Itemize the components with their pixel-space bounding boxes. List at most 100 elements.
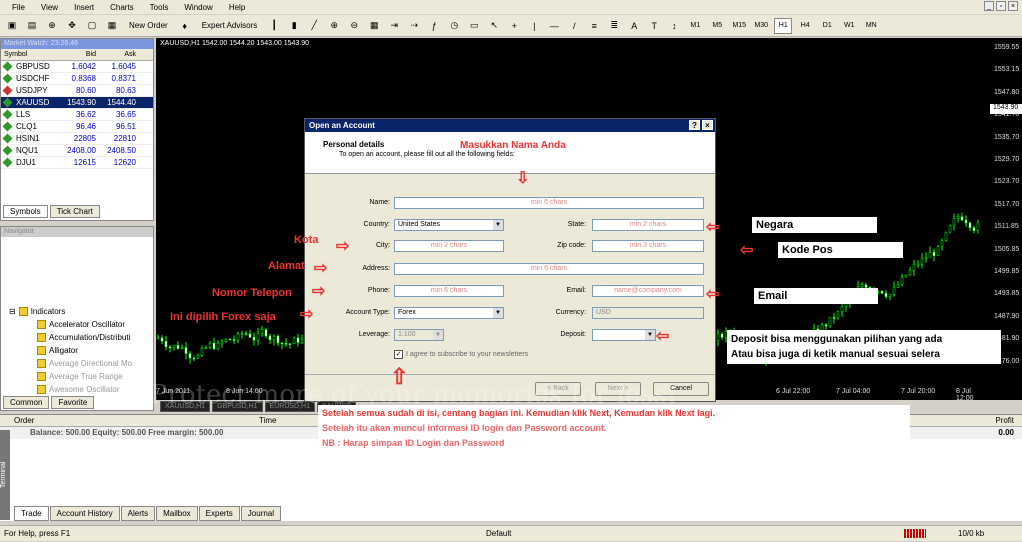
tf-m1[interactable]: M1: [686, 18, 704, 34]
nav-indicators[interactable]: ⊟ Indicators: [9, 305, 153, 318]
candle-icon[interactable]: ▮: [286, 17, 302, 35]
line-chart-icon[interactable]: ╱: [306, 17, 322, 35]
nav-indicator-item[interactable]: Accelerator Oscillator: [37, 318, 153, 331]
tab-tick-chart[interactable]: Tick Chart: [49, 205, 100, 218]
state-input[interactable]: min 2 chars: [592, 219, 704, 231]
market-watch-row[interactable]: XAUUSD 1543.90 1544.40: [1, 97, 153, 109]
market-watch-row[interactable]: USDJPY 80.60 80.63: [1, 85, 153, 97]
cursor-icon[interactable]: ↖: [486, 17, 502, 35]
fibo-icon[interactable]: ≣: [606, 17, 622, 35]
account-type-select[interactable]: Forex ▼: [394, 307, 504, 319]
country-select[interactable]: United States ▼: [394, 219, 504, 231]
zoom-out-icon[interactable]: ⊖: [346, 17, 362, 35]
chevron-down-icon[interactable]: ▼: [493, 220, 503, 230]
newsletter-checkbox[interactable]: ✓: [394, 350, 403, 359]
profiles-icon[interactable]: ▤: [24, 17, 40, 35]
tab-mailbox[interactable]: Mailbox: [156, 506, 198, 521]
close-icon[interactable]: ×: [1008, 1, 1018, 11]
market-watch-row[interactable]: NQU1 2408.00 2408.50: [1, 145, 153, 157]
minimize-icon[interactable]: _: [984, 1, 994, 11]
city-input[interactable]: min 2 chars: [394, 240, 504, 252]
tf-d1[interactable]: D1: [818, 18, 836, 34]
nav-indicator-item[interactable]: Average Directional Mo: [37, 357, 153, 370]
menu-tools[interactable]: Tools: [150, 3, 169, 12]
tab-common[interactable]: Common: [3, 396, 50, 409]
phone-input[interactable]: min 6 chars: [394, 285, 504, 297]
col-order[interactable]: Order: [14, 415, 259, 426]
tab-account-history[interactable]: Account History: [49, 506, 120, 521]
tab-journal[interactable]: Journal: [240, 506, 282, 521]
market-watch-row[interactable]: GBPUSD 1.6042 1.6045: [1, 61, 153, 73]
zoom-in-icon[interactable]: ⊕: [326, 17, 342, 35]
arrow-up-icon: [2, 61, 13, 72]
tree-toggle-icon[interactable]: ⊟: [9, 307, 16, 316]
newsletter-option[interactable]: ✓ I agree to subscribe to your newslette…: [394, 350, 528, 359]
trendline-icon[interactable]: /: [566, 17, 582, 35]
vline-icon[interactable]: |: [526, 17, 542, 35]
nav-indicator-item[interactable]: Alligator: [37, 344, 153, 357]
close-icon[interactable]: ×: [702, 120, 713, 130]
autoscroll-icon[interactable]: ⇢: [406, 17, 422, 35]
nav-indicator-item[interactable]: Average True Range: [37, 370, 153, 383]
nav-indicator-item[interactable]: Awesome Oscillator: [37, 383, 153, 396]
market-watch-row[interactable]: HSIN1 22805 22810: [1, 133, 153, 145]
label-name: Name:: [369, 199, 390, 206]
navigator-icon[interactable]: ▢: [84, 17, 100, 35]
help-icon[interactable]: ?: [689, 120, 700, 130]
tf-m15[interactable]: M15: [730, 18, 748, 34]
indicators-icon[interactable]: ƒ: [426, 17, 442, 35]
restore-icon[interactable]: ▫: [996, 1, 1006, 11]
market-watch-row[interactable]: CLQ1 96.46 96.51: [1, 121, 153, 133]
menu-file[interactable]: File: [12, 3, 25, 12]
col-bid[interactable]: Bid: [59, 49, 99, 60]
email-input[interactable]: name@company.com: [592, 285, 704, 297]
hline-icon[interactable]: —: [546, 17, 562, 35]
tf-h1[interactable]: H1: [774, 17, 793, 34]
move-icon[interactable]: ✥: [64, 17, 80, 35]
tab-trade[interactable]: Trade: [14, 506, 49, 521]
deposit-select[interactable]: ▼: [592, 329, 656, 341]
col-profit[interactable]: Profit: [969, 415, 1014, 426]
bar-chart-icon[interactable]: ┃: [266, 17, 282, 35]
expert-advisors-button[interactable]: Expert Advisors: [197, 20, 263, 31]
tf-m5[interactable]: M5: [708, 18, 726, 34]
templates-icon[interactable]: ▭: [466, 17, 482, 35]
crosshair-icon[interactable]: +: [506, 17, 522, 35]
nav-indicator-item[interactable]: Accumulation/Distributi: [37, 331, 153, 344]
tile-icon[interactable]: ▦: [366, 17, 382, 35]
menu-window[interactable]: Window: [184, 3, 212, 12]
new-order-button[interactable]: New Order: [124, 20, 173, 31]
zoom-icon[interactable]: ⊕: [44, 17, 60, 35]
tf-h4[interactable]: H4: [796, 18, 814, 34]
col-ask[interactable]: Ask: [99, 49, 139, 60]
address-input[interactable]: min 6 chars: [394, 263, 704, 275]
chevron-down-icon[interactable]: ▼: [493, 308, 503, 318]
text-icon[interactable]: A: [626, 17, 642, 35]
periods-icon[interactable]: ◷: [446, 17, 462, 35]
channel-icon[interactable]: ≡: [586, 17, 602, 35]
tab-symbols[interactable]: Symbols: [3, 205, 48, 218]
menu-insert[interactable]: Insert: [74, 3, 94, 12]
tf-mn[interactable]: MN: [862, 18, 880, 34]
market-watch-row[interactable]: LLS 36.62 36.65: [1, 109, 153, 121]
menu-view[interactable]: View: [41, 3, 58, 12]
new-chart-icon[interactable]: ▣: [4, 17, 20, 35]
arrows-icon[interactable]: ↕: [666, 17, 682, 35]
label-icon[interactable]: T: [646, 17, 662, 35]
name-input[interactable]: min 6 chars: [394, 197, 704, 209]
tab-experts[interactable]: Experts: [198, 506, 240, 521]
menu-charts[interactable]: Charts: [110, 3, 134, 12]
candle-body: [912, 264, 916, 271]
tab-alerts[interactable]: Alerts: [120, 506, 156, 521]
market-watch-row[interactable]: USDCHF 0.8368 0.8371: [1, 73, 153, 85]
terminal-icon[interactable]: ▦: [104, 17, 120, 35]
shift-icon[interactable]: ⇥: [386, 17, 402, 35]
zip-input[interactable]: min 3 chars: [592, 240, 704, 252]
market-watch-row[interactable]: DJU1 12615 12620: [1, 157, 153, 169]
menu-help[interactable]: Help: [229, 3, 245, 12]
tf-m30[interactable]: M30: [752, 18, 770, 34]
tf-w1[interactable]: W1: [840, 18, 858, 34]
chevron-down-icon[interactable]: ▼: [645, 330, 655, 340]
tab-favorite[interactable]: Favorite: [51, 396, 95, 409]
col-symbol[interactable]: Symbol: [1, 49, 59, 60]
